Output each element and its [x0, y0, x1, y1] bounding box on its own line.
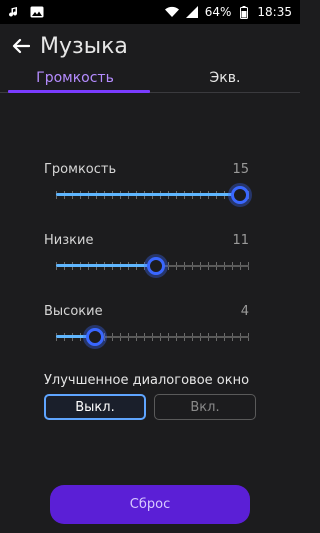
slider-fill [56, 193, 249, 196]
bass-slider[interactable] [44, 256, 249, 276]
battery-percent: 64% [204, 5, 232, 19]
back-arrow-icon[interactable] [10, 35, 32, 57]
image-icon [30, 5, 44, 19]
tab-bar: Громкость Экв. [0, 68, 300, 92]
slider-value: 4 [240, 304, 249, 319]
volume-slider[interactable] [44, 185, 249, 205]
tab-volume[interactable]: Громкость [0, 68, 150, 92]
treble-slider[interactable] [44, 327, 249, 347]
slider-fill [56, 264, 157, 267]
wifi-icon [164, 5, 179, 19]
tab-equalizer[interactable]: Экв. [150, 68, 300, 92]
signal-icon [185, 5, 199, 19]
page-title: Музыка [40, 33, 128, 59]
bass-slider-block: Низкие 11 [44, 233, 249, 276]
tab-indicator [8, 90, 150, 93]
enhanced-dialog-label: Улучшенное диалоговое окно [44, 373, 250, 388]
slider-thumb[interactable] [231, 186, 249, 204]
app-bar: Музыка [0, 24, 300, 68]
slider-header: Громкость 15 [44, 162, 249, 177]
volume-slider-block: Громкость 15 [44, 162, 249, 205]
slider-header: Высокие 4 [44, 304, 249, 319]
enhanced-dialog-on-button[interactable]: Вкл. [154, 394, 256, 420]
reset-button[interactable]: Сброс [50, 485, 250, 524]
status-bar: 64% 18:35 [0, 0, 300, 24]
battery-icon [237, 5, 251, 19]
slider-header: Низкие 11 [44, 233, 249, 248]
slider-label: Высокие [44, 304, 103, 319]
status-right: 64% 18:35 [164, 5, 292, 19]
status-left [8, 5, 44, 19]
slider-value: 11 [232, 233, 249, 248]
slider-thumb[interactable] [85, 328, 104, 346]
slider-thumb[interactable] [147, 257, 166, 275]
enhanced-dialog-off-button[interactable]: Выкл. [44, 394, 146, 420]
treble-slider-block: Высокие 4 [44, 304, 249, 347]
slider-label: Низкие [44, 233, 94, 248]
slider-label: Громкость [44, 162, 117, 177]
status-time: 18:35 [257, 5, 292, 19]
slider-value: 15 [232, 162, 249, 177]
music-note-icon [8, 5, 22, 19]
